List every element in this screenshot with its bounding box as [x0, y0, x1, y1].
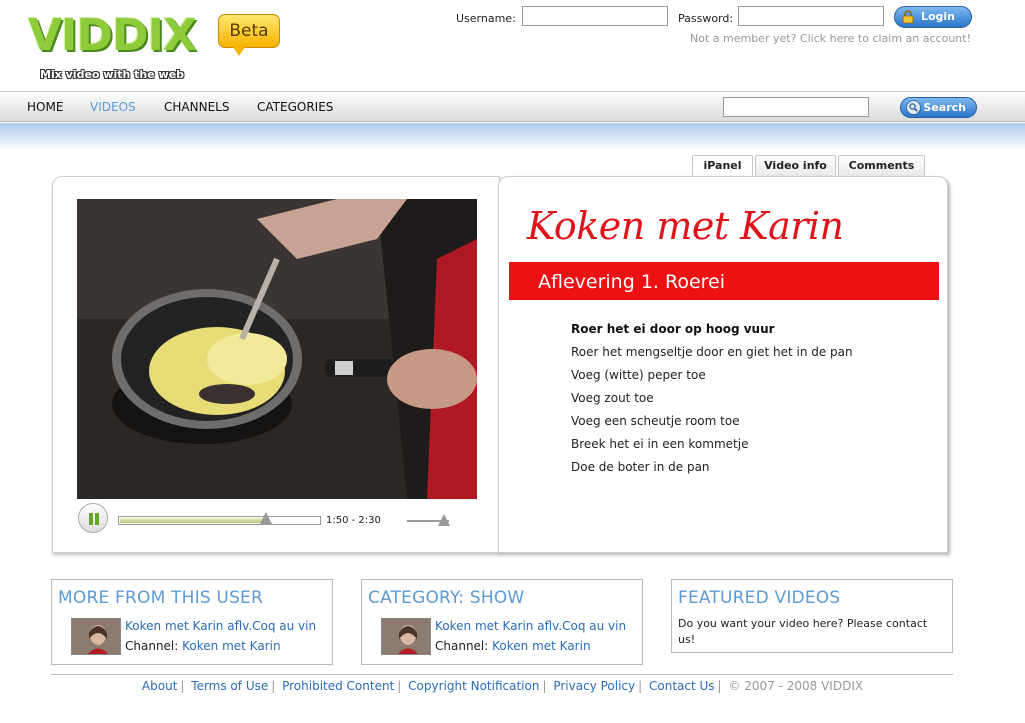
volume-handle[interactable]	[438, 514, 450, 526]
recipe-step[interactable]: Roer het ei door op hoog vuur	[571, 320, 853, 343]
password-label: Password:	[678, 12, 734, 25]
seek-handle[interactable]	[260, 512, 272, 524]
recipe-step[interactable]: Breek het ei in een kommetje	[571, 435, 853, 458]
more-from-user-box: MORE FROM THIS USER Koken met Karin aflv…	[51, 579, 333, 665]
recipe-step[interactable]: Roer het mengseltje door en giet het in …	[571, 343, 853, 366]
time-display: 1:50 - 2:30	[326, 515, 381, 526]
pause-icon	[89, 513, 93, 525]
recipe-step[interactable]: Voeg een scheutje room toe	[571, 412, 853, 435]
related-video-link[interactable]: Koken met Karin aflv.Coq au vin	[125, 619, 316, 633]
footer-separator: |	[180, 679, 185, 693]
footer-separator: |	[542, 679, 547, 693]
nav-categories[interactable]: CATEGORIES	[257, 100, 333, 114]
claim-account-text[interactable]: Not a member yet? Click here to claim an…	[690, 32, 971, 45]
thumbnail-image	[72, 619, 120, 654]
recipe-step[interactable]: Doe de boter in de pan	[571, 458, 853, 481]
footer: About | Terms of Use | Prohibited Content |…	[0, 679, 1005, 693]
seek-progress	[120, 518, 265, 523]
viddix-logo[interactable]: VIDDIX Mix video with the web Beta	[28, 4, 288, 88]
episode-title: Aflevering 1. Roerei	[538, 271, 726, 293]
footer-copyright-notification-link[interactable]: Copyright Notification	[408, 679, 539, 693]
username-input[interactable]	[522, 6, 668, 26]
search-button-label: Search	[923, 101, 966, 114]
thumbnail-image	[382, 619, 430, 654]
show-title: Koken met Karin	[527, 204, 844, 248]
lock-icon	[902, 10, 914, 24]
featured-videos-title: FEATURED VIDEOS	[678, 588, 841, 608]
nav-videos[interactable]: VIDEOS	[90, 100, 136, 114]
category-title: CATEGORY: SHOW	[368, 588, 525, 608]
video-frame[interactable]	[77, 199, 477, 499]
header-gradient-band	[0, 123, 1025, 151]
pause-button[interactable]	[78, 503, 108, 533]
tab-ipanel[interactable]: iPanel	[692, 155, 753, 178]
recipe-step[interactable]: Voeg zout toe	[571, 389, 853, 412]
channel-line: Channel: Koken met Karin	[125, 639, 281, 653]
footer-separator: |	[397, 679, 402, 693]
logo-wordmark: VIDDIX	[28, 10, 197, 61]
featured-videos-text: Do you want your video here? Please cont…	[678, 617, 928, 646]
recipe-steps: Roer het ei door op hoog vuur Roer het m…	[571, 320, 853, 481]
seek-bar[interactable]	[118, 516, 321, 525]
footer-prohibited-link[interactable]: Prohibited Content	[282, 679, 394, 693]
channel-link[interactable]: Koken met Karin	[182, 639, 280, 653]
footer-contact-link[interactable]: Contact Us	[649, 679, 715, 693]
footer-divider	[51, 674, 953, 675]
footer-terms-link[interactable]: Terms of Use	[191, 679, 268, 693]
logo-tagline: Mix video with the web	[40, 68, 185, 81]
main-navbar: HOME VIDEOS CHANNELS CATEGORIES Search	[0, 91, 1025, 122]
tab-comments[interactable]: Comments	[838, 155, 925, 177]
pause-icon-bar	[95, 513, 99, 525]
footer-copyright: © 2007 - 2008 VIDDIX	[728, 679, 864, 693]
nav-home[interactable]: HOME	[27, 100, 63, 114]
footer-about-link[interactable]: About	[142, 679, 177, 693]
video-still-image	[77, 199, 477, 499]
video-thumbnail[interactable]	[381, 618, 431, 655]
footer-separator: |	[717, 679, 722, 693]
claim-account-link[interactable]: Not a member yet? Click here to claim an…	[690, 32, 971, 45]
footer-separator: |	[271, 679, 276, 693]
search-button[interactable]: Search	[900, 97, 977, 118]
related-video-link[interactable]: Koken met Karin aflv.Coq au vin	[435, 619, 626, 633]
channel-line: Channel: Koken met Karin	[435, 639, 591, 653]
featured-videos-box: FEATURED VIDEOS Do you want your video h…	[671, 579, 953, 653]
search-input[interactable]	[723, 97, 869, 117]
beta-badge: Beta	[218, 14, 280, 56]
login-button[interactable]: Login	[894, 6, 972, 28]
footer-separator: |	[638, 679, 643, 693]
tab-video-info[interactable]: Video info	[755, 155, 836, 177]
recipe-step[interactable]: Voeg (witte) peper toe	[571, 366, 853, 389]
channel-label: Channel:	[125, 639, 179, 653]
category-box: CATEGORY: SHOW Koken met Karin aflv.Coq …	[361, 579, 643, 665]
footer-privacy-link[interactable]: Privacy Policy	[553, 679, 635, 693]
login-button-label: Login	[920, 10, 955, 23]
search-icon	[906, 100, 921, 115]
more-from-user-title: MORE FROM THIS USER	[58, 588, 264, 608]
channel-link[interactable]: Koken met Karin	[492, 639, 590, 653]
video-thumbnail[interactable]	[71, 618, 121, 655]
nav-channels[interactable]: CHANNELS	[164, 100, 229, 114]
channel-label: Channel:	[435, 639, 489, 653]
username-label: Username:	[456, 12, 516, 25]
password-input[interactable]	[738, 6, 884, 26]
